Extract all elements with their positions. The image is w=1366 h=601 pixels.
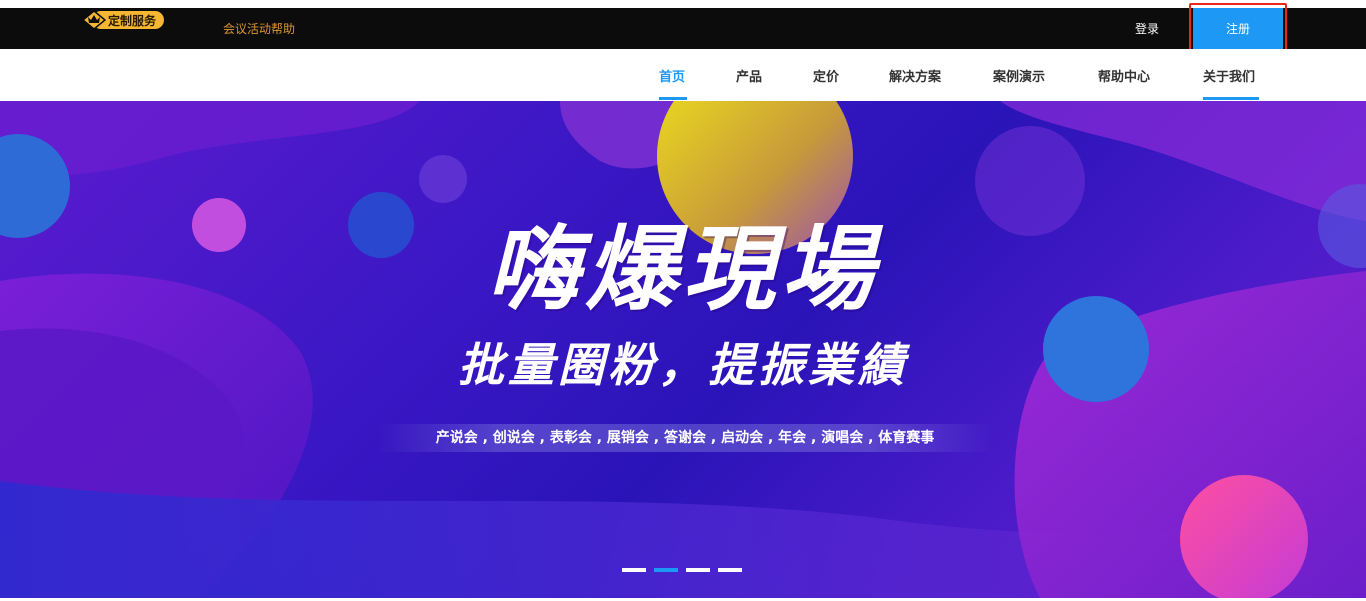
carousel-dot-2[interactable] — [654, 568, 678, 572]
nav-hover-underline — [1203, 97, 1259, 100]
top-white-strip — [0, 0, 1366, 8]
banner-tagline: 产说会 , 创说会 , 表彰会 , 展销会 , 答谢会 , 启动会 , 年会 ,… — [435, 430, 935, 446]
carousel-dot-1[interactable] — [622, 568, 646, 572]
nav-item-home[interactable]: 首页 — [659, 49, 685, 101]
banner-headline: 嗨爆現場 — [486, 215, 879, 323]
nav-item-products[interactable]: 产品 — [736, 49, 762, 101]
nav-item-help-center[interactable]: 帮助中心 — [1098, 49, 1150, 101]
nav-item-pricing[interactable]: 定价 — [813, 49, 839, 101]
nav-active-underline — [659, 97, 687, 100]
nav-item-cases[interactable]: 案例演示 — [993, 49, 1045, 101]
carousel-dot-3[interactable] — [686, 568, 710, 572]
banner-subline: 批量圈粉，提振業績 — [458, 338, 908, 392]
nav-item-solutions[interactable]: 解决方案 — [889, 49, 941, 101]
carousel-dot-4[interactable] — [718, 568, 742, 572]
custom-service-badge[interactable]: 定制服务 — [81, 10, 165, 30]
crown-diamond-icon — [81, 10, 107, 30]
main-nav: 首页 产品 定价 解决方案 案例演示 帮助中心 关于我们 — [0, 49, 1366, 101]
login-link[interactable]: 登录 — [1135, 21, 1159, 37]
event-help-link[interactable]: 会议活动帮助 — [223, 21, 295, 37]
carousel-indicators — [622, 568, 742, 572]
register-button[interactable]: 注册 — [1193, 8, 1283, 49]
hero-banner[interactable]: 嗨爆現場 批量圈粉，提振業績 产说会 , 创说会 , 表彰会 , 展销会 , 答… — [0, 101, 1366, 598]
nav-item-about-us[interactable]: 关于我们 — [1203, 49, 1255, 101]
top-bar — [0, 8, 1366, 49]
